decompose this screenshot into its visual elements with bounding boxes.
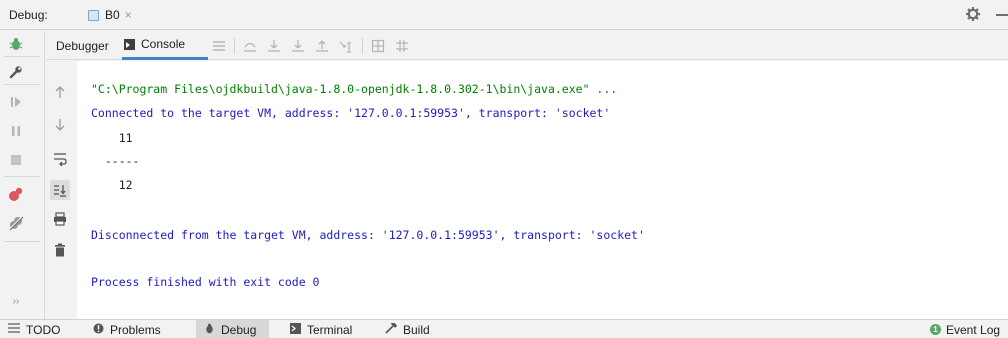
tool-window-bar: TODO Problems Debug Terminal Build 1 Eve… [0, 319, 1008, 338]
toolbar-divider [4, 56, 40, 57]
console-line: Connected to the target VM, address: '12… [91, 106, 611, 120]
soft-wrap-icon[interactable] [52, 151, 68, 167]
console-line: Disconnected from the target VM, address… [91, 228, 645, 242]
close-icon[interactable]: × [125, 8, 132, 22]
list-icon [8, 323, 20, 336]
run-config-icon [88, 9, 99, 21]
console-line: "C:\Program Files\ojdkbuild\java-1.8.0-o… [91, 82, 618, 96]
bug-icon[interactable] [8, 36, 24, 52]
terminal-tab[interactable]: Terminal [290, 320, 376, 338]
toolbar-divider [4, 176, 40, 177]
debug-tool-window-header: Debug: B0 × [0, 0, 1008, 30]
step-into-icon[interactable] [267, 39, 281, 53]
toolbar-divider [362, 38, 363, 54]
build-tab[interactable]: Build [385, 320, 445, 338]
evaluate-expression-icon[interactable] [371, 39, 385, 53]
down-arrow-icon[interactable] [52, 117, 68, 133]
debug-tab[interactable]: Debug [196, 320, 269, 338]
view-breakpoints-icon[interactable] [8, 186, 24, 202]
toolbar-divider [234, 38, 235, 54]
hammer-icon [385, 320, 398, 337]
debug-left-toolbar: ›› [0, 31, 45, 319]
console-line: 11 [91, 131, 133, 145]
todo-tab[interactable]: TODO [8, 320, 80, 338]
todo-label: TODO [26, 322, 61, 337]
force-step-into-icon[interactable] [291, 39, 305, 53]
resume-icon[interactable] [8, 94, 24, 110]
debug-inner-tabs: Debugger Console [46, 31, 1008, 60]
up-arrow-icon[interactable] [52, 84, 68, 100]
console-line: 12 [91, 178, 133, 192]
trace-stream-icon[interactable] [395, 39, 409, 53]
more-icon[interactable]: ›› [8, 293, 24, 309]
mute-breakpoints-icon[interactable] [8, 215, 24, 231]
pause-icon[interactable] [8, 123, 24, 139]
tab-debugger-label: Debugger [56, 38, 109, 53]
scroll-to-end-icon[interactable] [50, 180, 70, 200]
menu-lines-icon[interactable] [212, 39, 226, 53]
console-line: ----- [91, 154, 140, 168]
print-icon[interactable] [52, 211, 68, 227]
wrench-icon[interactable] [8, 64, 24, 80]
tab-console[interactable]: Console [122, 31, 208, 60]
event-log-tab[interactable]: 1 Event Log [930, 320, 1008, 338]
tab-debugger[interactable]: Debugger [56, 31, 112, 60]
bug-icon [204, 323, 215, 337]
build-label: Build [403, 322, 430, 337]
session-tab-label: B0 [105, 8, 120, 22]
run-to-cursor-icon[interactable] [339, 39, 353, 53]
gear-icon[interactable] [965, 6, 981, 22]
event-count-badge: 1 [930, 324, 941, 335]
problems-label: Problems [110, 322, 161, 337]
minimize-icon[interactable] [996, 14, 1008, 16]
console-line: Process finished with exit code 0 [91, 275, 320, 289]
problems-tab[interactable]: Problems [93, 320, 191, 338]
toolbar-divider [4, 84, 40, 85]
event-log-label: Event Log [946, 322, 1001, 337]
debug-label: Debug [221, 322, 257, 337]
step-over-icon[interactable] [243, 39, 257, 53]
info-icon [93, 323, 104, 337]
step-out-icon[interactable] [315, 39, 329, 53]
toolbar-divider [4, 241, 40, 242]
trash-icon[interactable] [52, 242, 68, 258]
debug-title: Debug: [9, 8, 48, 22]
tab-console-label: Console [141, 37, 186, 51]
stop-icon[interactable] [8, 152, 24, 168]
session-tab-b0[interactable]: B0 × [88, 0, 148, 30]
console-icon [124, 38, 135, 50]
terminal-icon [290, 322, 301, 337]
terminal-label: Terminal [307, 322, 353, 337]
